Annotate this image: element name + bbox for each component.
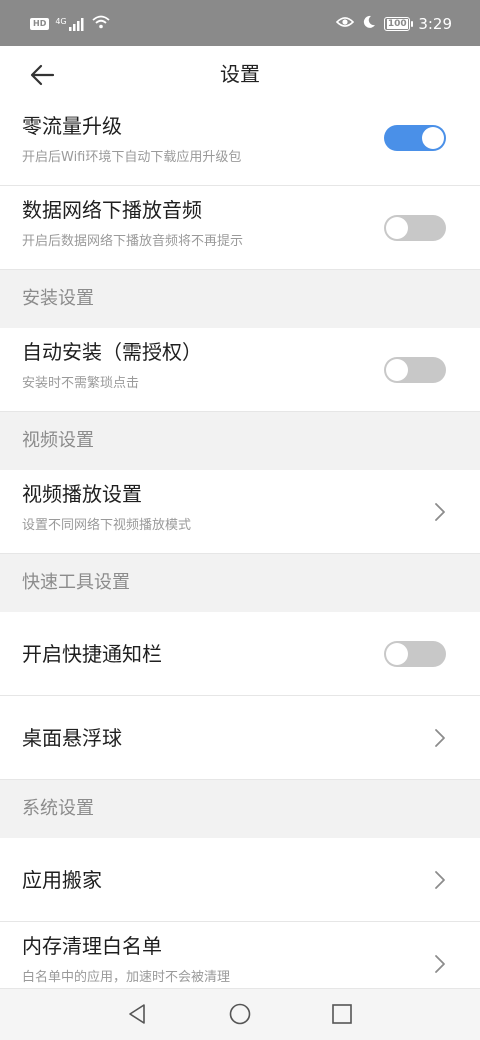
section-system: 系统设置 — [0, 780, 480, 838]
chevron-right-icon[interactable] — [434, 728, 446, 748]
chevron-right-icon[interactable] — [434, 870, 446, 890]
header: 设置 — [0, 46, 480, 102]
status-bar: HD 4G 100 3:29 — [0, 0, 480, 46]
section-install: 安装设置 — [0, 270, 480, 328]
section-label: 系统设置 — [22, 798, 94, 819]
setting-zero-traffic-upgrade[interactable]: 零流量升级 开启后Wifi环境下自动下载应用升级包 — [0, 102, 480, 186]
status-time: 3:29 — [418, 14, 452, 33]
setting-title: 零流量升级 — [22, 114, 122, 138]
chevron-right-icon[interactable] — [434, 954, 446, 974]
section-video: 视频设置 — [0, 412, 480, 470]
setting-subtitle: 设置不同网络下视频播放模式 — [22, 518, 192, 533]
moon-icon — [362, 14, 376, 33]
setting-float-ball[interactable]: 桌面悬浮球 — [0, 696, 480, 780]
setting-subtitle: 白名单中的应用，加速时不会被清理 — [22, 970, 231, 985]
setting-title: 数据网络下播放音频 — [22, 198, 202, 222]
home-circle-icon[interactable] — [228, 1002, 252, 1026]
battery-level: 100 — [386, 18, 408, 29]
section-label: 视频设置 — [22, 430, 94, 451]
setting-title: 自动安装（需授权） — [22, 340, 202, 364]
setting-subtitle: 开启后Wifi环境下自动下载应用升级包 — [22, 150, 242, 165]
setting-subtitle: 安装时不需繁琐点击 — [22, 376, 140, 391]
toggle-knob — [386, 217, 408, 239]
system-nav-bar — [0, 988, 480, 1040]
section-label: 快速工具设置 — [22, 572, 130, 593]
toggle-knob — [386, 643, 408, 665]
data-audio-toggle[interactable] — [384, 215, 446, 241]
eye-icon — [336, 14, 355, 33]
setting-quick-notify[interactable]: 开启快捷通知栏 — [0, 612, 480, 696]
zero-traffic-toggle[interactable] — [384, 125, 446, 151]
signal-icon: 4G — [55, 17, 85, 31]
status-right: 100 3:29 — [336, 14, 452, 33]
hd-badge: HD — [30, 17, 50, 30]
toggle-knob — [422, 127, 444, 149]
setting-video-play[interactable]: 视频播放设置 设置不同网络下视频播放模式 — [0, 470, 480, 554]
chevron-right-icon[interactable] — [434, 502, 446, 522]
setting-title: 内存清理白名单 — [22, 934, 162, 958]
battery-icon: 100 — [384, 16, 414, 31]
setting-subtitle: 开启后数据网络下播放音频将不再提示 — [22, 234, 244, 249]
page-title: 设置 — [220, 62, 260, 86]
section-quick-tools: 快速工具设置 — [0, 554, 480, 612]
toggle-knob — [386, 359, 408, 381]
setting-auto-install[interactable]: 自动安装（需授权） 安装时不需繁琐点击 — [0, 328, 480, 412]
setting-app-move[interactable]: 应用搬家 — [0, 838, 480, 922]
status-left: HD 4G — [30, 14, 110, 33]
setting-title: 开启快捷通知栏 — [22, 642, 162, 666]
setting-title: 应用搬家 — [22, 868, 102, 892]
quick-notify-toggle[interactable] — [384, 641, 446, 667]
settings-list: 零流量升级 开启后Wifi环境下自动下载应用升级包 数据网络下播放音频 开启后数… — [0, 102, 480, 1006]
auto-install-toggle[interactable] — [384, 357, 446, 383]
recents-square-icon[interactable] — [330, 1002, 354, 1026]
setting-data-audio[interactable]: 数据网络下播放音频 开启后数据网络下播放音频将不再提示 — [0, 186, 480, 270]
setting-title: 桌面悬浮球 — [22, 726, 122, 750]
section-label: 安装设置 — [22, 288, 94, 309]
network-type: 4G — [55, 16, 67, 26]
setting-title: 视频播放设置 — [22, 482, 142, 506]
wifi-icon — [92, 14, 110, 33]
back-triangle-icon[interactable] — [126, 1002, 150, 1026]
